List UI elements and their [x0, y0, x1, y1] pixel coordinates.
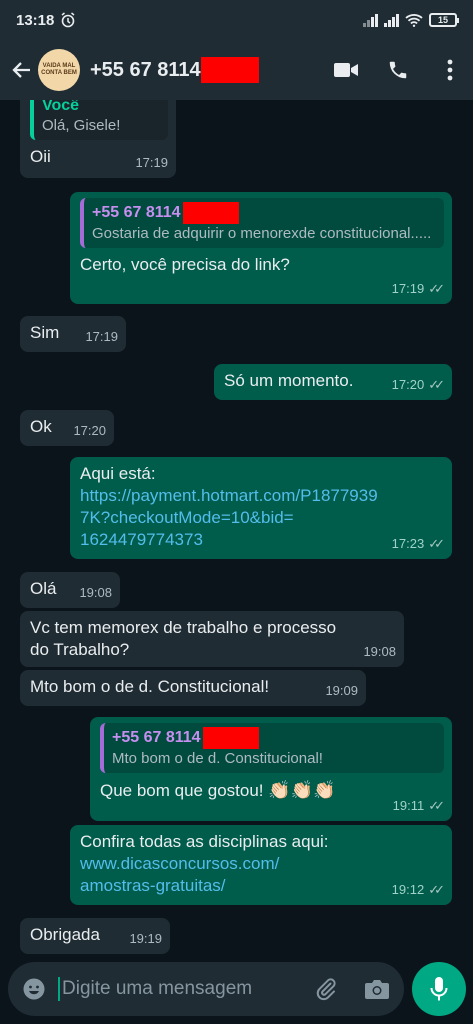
video-call-icon[interactable] — [333, 57, 359, 83]
chat-area[interactable]: Você Olá, Gisele! Oii 17:19 +55 67 8114 … — [0, 100, 473, 958]
attach-icon[interactable] — [314, 977, 338, 1001]
more-vert-icon[interactable] — [437, 57, 463, 83]
message-time: 17:19 — [391, 281, 425, 296]
message-link[interactable]: www.dicasconcursos.com/ amostras-gratuit… — [80, 853, 444, 897]
quoted-message[interactable]: +55 67 8114 Gostaria de adquirir o menor… — [80, 198, 444, 248]
message-text-line: Vc tem memorex de trabalho e processo — [30, 618, 337, 637]
quoted-author: +55 67 8114 — [92, 204, 181, 221]
redaction-box — [200, 57, 259, 83]
mic-button[interactable] — [412, 962, 466, 1016]
double-check-icon: ✓✓ — [428, 281, 445, 296]
message-incoming[interactable]: Sim 17:19 — [20, 316, 126, 352]
status-bar: 13:18 15 — [0, 0, 473, 40]
message-text: Certo, você precisa do link? — [80, 255, 290, 274]
alarm-icon — [61, 12, 75, 28]
quoted-message[interactable]: +55 67 8114 Mto bom o de d. Constitucion… — [100, 723, 444, 773]
link-line: 1624479774373 — [80, 530, 203, 549]
link-line: 7K?checkoutMode=10&bid= — [80, 508, 294, 527]
status-time: 13:18 — [16, 11, 55, 29]
signal-icon — [384, 13, 399, 27]
link-line: https://payment.hotmart.com/P1877939 — [80, 486, 378, 505]
message-time: 17:19 — [135, 155, 168, 170]
contact-number: +55 67 8114 — [90, 58, 201, 81]
contact-name[interactable]: +55 67 8114 — [90, 57, 259, 83]
double-check-icon: ✓✓ — [428, 882, 445, 897]
message-time: 19:09 — [325, 683, 358, 698]
avatar-text: VAIDA MAL CONTA BEM — [41, 63, 77, 76]
message-time: 17:20 — [73, 423, 106, 438]
message-text: Mto bom o de d. Constitucional! — [30, 677, 270, 696]
message-time: 19:08 — [79, 585, 112, 600]
message-outgoing[interactable]: Confira todas as disciplinas aqui: www.d… — [70, 825, 452, 905]
double-check-icon: ✓✓ — [428, 377, 445, 392]
battery-icon: 15 — [429, 13, 459, 27]
double-check-icon: ✓✓ — [428, 536, 445, 551]
message-outgoing[interactable]: Aqui está: https://payment.hotmart.com/P… — [70, 457, 452, 559]
message-text: Que bom que gostou! — [100, 781, 264, 800]
message-input-bar[interactable]: Digite uma mensagem — [8, 962, 404, 1016]
message-time: 19:08 — [363, 644, 396, 659]
phone-icon[interactable] — [385, 57, 411, 83]
message-time: 19:12 — [391, 882, 425, 897]
quoted-text: Gostaria de adquirir o menorexde constit… — [92, 225, 432, 242]
message-time: 17:23 — [391, 536, 425, 551]
message-time: 17:19 — [85, 329, 118, 344]
message-outgoing[interactable]: Só um momento. 17:20 ✓✓ — [214, 364, 452, 400]
message-time: 19:11 — [392, 798, 425, 813]
message-incoming[interactable]: Vc tem memorex de trabalho e processo do… — [20, 611, 404, 667]
signal-icon — [363, 13, 378, 27]
clapping-hands-emoji: 👏🏻👏🏻👏🏻 — [268, 780, 336, 800]
quoted-text: Olá, Gisele! — [42, 117, 121, 134]
double-check-icon: ✓✓ — [428, 798, 445, 813]
message-incoming[interactable]: Obrigada 19:19 — [20, 918, 170, 954]
text-caret — [58, 977, 60, 1001]
camera-icon[interactable] — [364, 978, 390, 1000]
message-text: Aqui está: — [80, 464, 156, 483]
message-text: Confira todas as disciplinas aqui: — [80, 832, 329, 851]
message-input[interactable]: Digite uma mensagem — [62, 978, 252, 1000]
message-incoming[interactable]: Mto bom o de d. Constitucional! 19:09 — [20, 670, 366, 706]
quoted-message[interactable]: Você Olá, Gisele! — [30, 100, 168, 140]
message-text-line: do Trabalho? — [30, 640, 130, 659]
message-time: 17:20 — [391, 377, 425, 392]
quoted-author: Você — [42, 100, 80, 114]
message-link[interactable]: https://payment.hotmart.com/P1877939 7K?… — [80, 485, 444, 551]
mic-icon — [430, 977, 448, 1001]
quoted-text: Mto bom o de d. Constitucional! — [112, 750, 323, 767]
emoji-icon[interactable] — [22, 977, 46, 1001]
message-outgoing[interactable]: +55 67 8114 Mto bom o de d. Constitucion… — [90, 717, 452, 821]
message-outgoing[interactable]: +55 67 8114 Gostaria de adquirir o menor… — [70, 192, 452, 304]
redaction-box — [202, 727, 259, 749]
redaction-box — [182, 202, 239, 224]
message-incoming[interactable]: Olá 19:08 — [20, 572, 120, 608]
back-arrow-icon[interactable] — [10, 58, 34, 82]
message-incoming[interactable]: Ok 17:20 — [20, 410, 114, 446]
link-line: amostras-gratuitas/ — [80, 876, 226, 895]
link-line: www.dicasconcursos.com/ — [80, 854, 280, 873]
wifi-icon — [405, 14, 423, 27]
message-incoming[interactable]: Você Olá, Gisele! Oii 17:19 — [20, 100, 176, 178]
quoted-author: +55 67 8114 — [112, 729, 201, 746]
avatar[interactable]: VAIDA MAL CONTA BEM — [38, 49, 80, 91]
message-time: 19:19 — [129, 931, 162, 946]
chat-header: VAIDA MAL CONTA BEM +55 67 8114 — [0, 40, 473, 100]
